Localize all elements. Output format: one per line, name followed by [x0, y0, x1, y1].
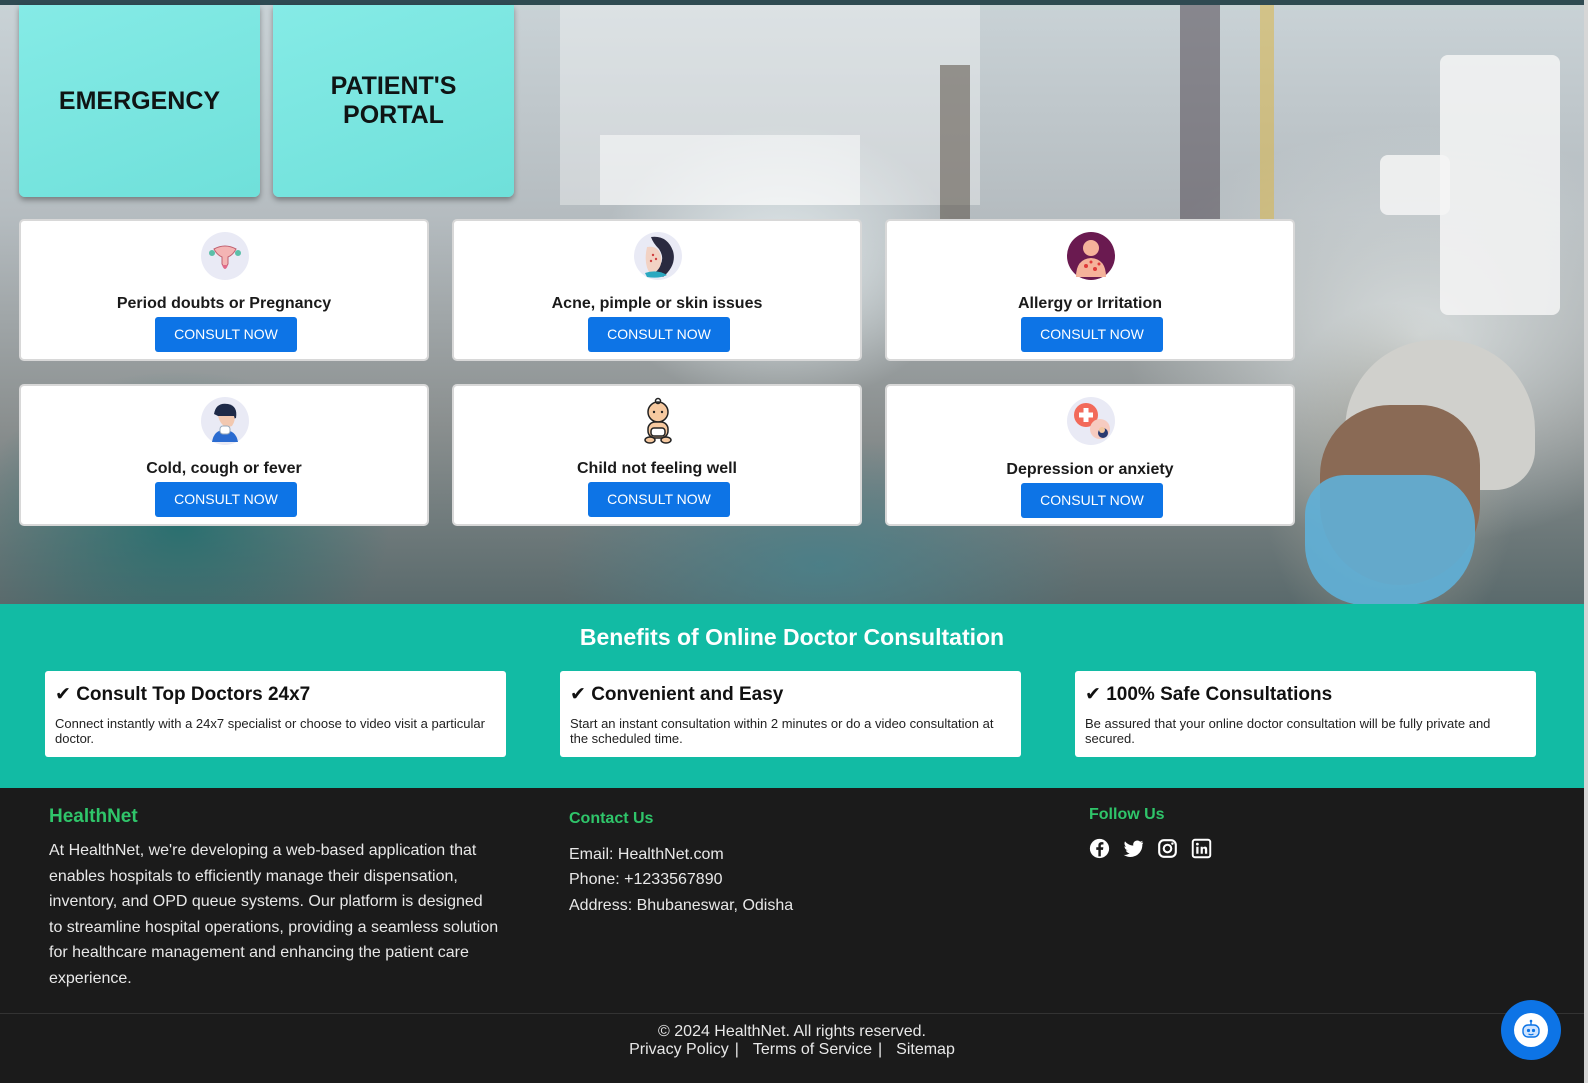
- sitemap-link[interactable]: Sitemap: [896, 1041, 955, 1059]
- benefit-title: ✔ Consult Top Doctors 24x7: [55, 684, 311, 705]
- footer-links: Privacy Policy | Terms of Service | Site…: [0, 1041, 1584, 1059]
- contact-address: Address: Bhubaneswar, Odisha: [569, 896, 794, 914]
- uterus-icon: [201, 232, 249, 280]
- benefit-title: ✔ Convenient and Easy: [570, 684, 784, 705]
- consult-now-button[interactable]: CONSULT NOW: [1021, 483, 1163, 518]
- benefit-card-safe: ✔ 100% Safe Consultations Be assured tha…: [1075, 671, 1536, 757]
- consult-card-skin: Acne, pimple or skin issues CONSULT NOW: [452, 219, 862, 361]
- patients-portal-label: PATIENT'S PORTAL: [330, 72, 457, 129]
- link-separator: |: [878, 1041, 883, 1058]
- footer-contact-column: Contact Us Email: HealthNet.com Phone: +…: [569, 806, 793, 918]
- footer-bottom: © 2024 HealthNet. All rights reserved. P…: [0, 1023, 1584, 1059]
- footer-divider: [0, 1013, 1584, 1014]
- consult-now-button[interactable]: CONSULT NOW: [588, 482, 730, 517]
- allergy-icon: [1067, 232, 1115, 280]
- footer-brand: HealthNet: [49, 806, 138, 827]
- skin-icon: [634, 232, 682, 280]
- follow-heading: Follow Us: [1089, 806, 1165, 823]
- copyright-text: © 2024 HealthNet. All rights reserved.: [658, 1023, 926, 1040]
- emergency-label: EMERGENCY: [58, 86, 221, 115]
- twitter-icon[interactable]: [1123, 838, 1144, 859]
- consult-now-button[interactable]: CONSULT NOW: [155, 317, 297, 352]
- card-title: Acne, pimple or skin issues: [551, 295, 763, 312]
- consult-now-button[interactable]: CONSULT NOW: [155, 482, 297, 517]
- benefit-description: Connect instantly with a 24x7 specialist…: [55, 716, 485, 746]
- benefit-description: Be assured that your online doctor consu…: [1085, 716, 1491, 746]
- card-title: Child not feeling well: [577, 460, 737, 477]
- instagram-icon[interactable]: [1157, 838, 1178, 859]
- patients-portal-tile[interactable]: PATIENT'S PORTAL: [273, 5, 514, 197]
- footer-about-text: At HealthNet, we're developing a web-bas…: [49, 842, 499, 987]
- privacy-policy-link[interactable]: Privacy Policy: [629, 1041, 729, 1059]
- page-scrollbar[interactable]: [1584, 0, 1588, 1083]
- card-title: Allergy or Irritation: [1017, 295, 1163, 312]
- mental-health-icon: [1067, 397, 1115, 445]
- consult-now-button[interactable]: CONSULT NOW: [1021, 317, 1163, 352]
- link-separator: |: [734, 1041, 739, 1058]
- benefit-card-24x7: ✔ Consult Top Doctors 24x7 Connect insta…: [45, 671, 506, 757]
- social-links: [1089, 838, 1212, 859]
- card-title: Depression or anxiety: [1006, 461, 1174, 478]
- contact-phone: Phone: +1233567890: [569, 871, 723, 888]
- consult-card-pregnancy: Period doubts or Pregnancy CONSULT NOW: [19, 219, 429, 361]
- linkedin-icon[interactable]: [1191, 838, 1212, 859]
- facebook-icon[interactable]: [1089, 838, 1110, 859]
- card-title: Cold, cough or fever: [146, 460, 302, 477]
- card-title: Period doubts or Pregnancy: [116, 295, 332, 312]
- baby-icon: [644, 397, 672, 444]
- emergency-tile[interactable]: EMERGENCY: [19, 5, 260, 197]
- chatbot-button[interactable]: [1501, 1000, 1561, 1060]
- consult-card-allergy: Allergy or Irritation CONSULT NOW: [885, 219, 1295, 361]
- benefits-heading: Benefits of Online Doctor Consultation: [579, 624, 1005, 650]
- cough-icon: [201, 397, 249, 445]
- terms-of-service-link[interactable]: Terms of Service: [753, 1041, 872, 1059]
- consult-card-child: Child not feeling well CONSULT NOW: [452, 384, 862, 526]
- footer-about-column: HealthNet At HealthNet, we're developing…: [49, 806, 499, 991]
- consult-now-button[interactable]: CONSULT NOW: [588, 317, 730, 352]
- footer: HealthNet At HealthNet, we're developing…: [0, 788, 1584, 1083]
- footer-follow-column: Follow Us: [1089, 806, 1212, 859]
- benefit-description: Start an instant consultation within 2 m…: [570, 716, 994, 746]
- consult-card-cold: Cold, cough or fever CONSULT NOW: [19, 384, 429, 526]
- consult-card-depression: Depression or anxiety CONSULT NOW: [885, 384, 1295, 526]
- benefit-title: ✔ 100% Safe Consultations: [1085, 684, 1333, 705]
- benefit-card-convenient: ✔ Convenient and Easy Start an instant c…: [560, 671, 1021, 757]
- contact-heading: Contact Us: [569, 810, 654, 827]
- benefits-section: Benefits of Online Doctor Consultation ✔…: [0, 604, 1584, 788]
- contact-email: Email: HealthNet.com: [569, 845, 724, 863]
- robot-icon: [1514, 1013, 1548, 1047]
